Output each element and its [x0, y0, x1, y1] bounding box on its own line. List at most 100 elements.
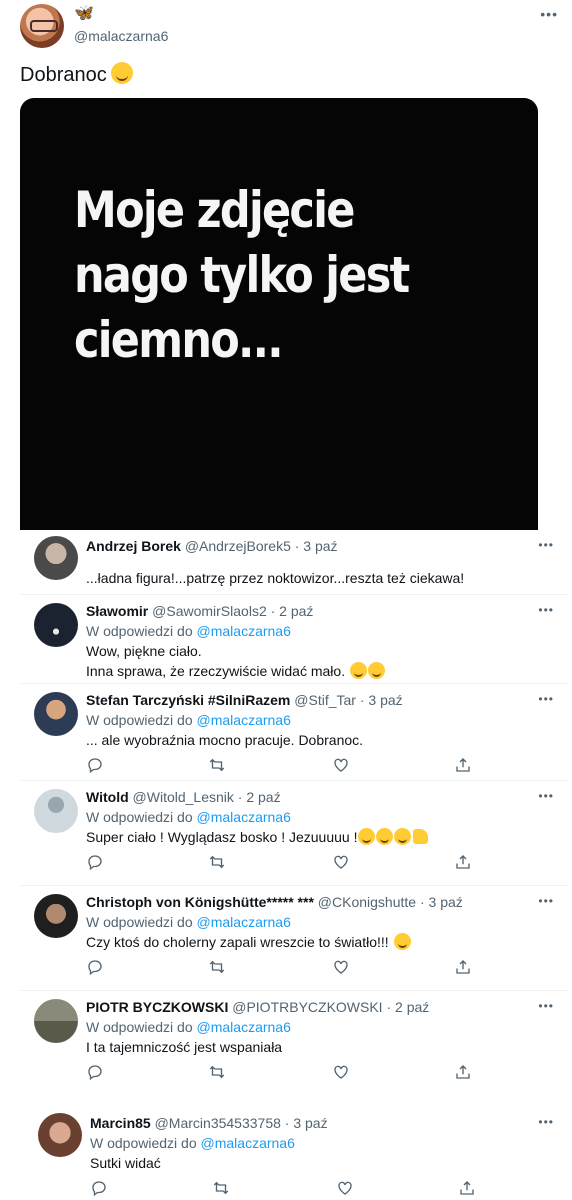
- reply-context: W odpowiedzi do @malaczarna6: [86, 710, 568, 730]
- reply-item[interactable]: Witold @Witold_Lesnik · 2 paź ••• W odpo…: [20, 781, 568, 885]
- mention-link[interactable]: @malaczarna6: [197, 914, 291, 930]
- reply-actions: [86, 1063, 486, 1089]
- reply-header: Marcin85 @Marcin354533758 · 3 paź: [90, 1113, 568, 1133]
- mention-link[interactable]: @malaczarna6: [197, 623, 291, 639]
- reply-text: Super ciało ! Wyglądasz bosko ! Jezuuuuu…: [86, 827, 568, 847]
- reply-item[interactable]: Stefan Tarczyński #SilniRazem @Stif_Tar …: [20, 684, 568, 780]
- retweet-icon[interactable]: [208, 958, 226, 976]
- reply-author-name[interactable]: Andrzej Borek: [86, 538, 181, 554]
- reply-author-handle[interactable]: @PIOTRBYCZKOWSKI: [232, 999, 382, 1015]
- reply-author-handle[interactable]: @AndrzejBorek5: [185, 538, 291, 554]
- avatar[interactable]: [34, 999, 78, 1043]
- avatar[interactable]: [38, 1113, 82, 1157]
- retweet-icon[interactable]: [208, 853, 226, 871]
- reply-to-label: W odpowiedzi do: [90, 1135, 197, 1151]
- reply-author-handle[interactable]: @SawomirSlaols2: [152, 603, 267, 619]
- reply-icon[interactable]: [86, 853, 104, 871]
- reply-text: Wow, piękne ciało. Inna sprawa, że rzecz…: [86, 641, 568, 681]
- share-icon[interactable]: [454, 756, 472, 774]
- reply-context: W odpowiedzi do @malaczarna6: [86, 912, 568, 932]
- reply-item[interactable]: Andrzej Borek @AndrzejBorek5 · 3 paź •••…: [20, 530, 568, 594]
- reply-context: W odpowiedzi do @malaczarna6: [90, 1133, 568, 1153]
- reply-icon[interactable]: [86, 756, 104, 774]
- reply-date[interactable]: · 3 paź: [420, 894, 463, 910]
- reply-to-label: W odpowiedzi do: [86, 1019, 193, 1035]
- more-options-icon[interactable]: •••: [538, 603, 554, 617]
- reply-icon[interactable]: [86, 1063, 104, 1081]
- reply-author-name[interactable]: Witold: [86, 789, 129, 805]
- share-icon[interactable]: [454, 853, 472, 871]
- reply-actions: [86, 756, 486, 782]
- mention-link[interactable]: @malaczarna6: [197, 809, 291, 825]
- like-icon[interactable]: [332, 958, 350, 976]
- mention-link[interactable]: @malaczarna6: [197, 712, 291, 728]
- reply-author-name[interactable]: Christoph von Königshütte***** ***: [86, 894, 314, 910]
- reply-item[interactable]: Christoph von Königshütte***** *** @CKon…: [20, 886, 568, 990]
- reply-date[interactable]: · 2 paź: [271, 603, 314, 619]
- reply-author-handle[interactable]: @Witold_Lesnik: [133, 789, 234, 805]
- reply-item[interactable]: PIOTR BYCZKOWSKI @PIOTRBYCZKOWSKI · 2 pa…: [20, 991, 568, 1091]
- share-icon[interactable]: [454, 958, 472, 976]
- reply-author-name[interactable]: Sławomir: [86, 603, 148, 619]
- reply-item[interactable]: Marcin85 @Marcin354533758 · 3 paź ••• W …: [20, 1107, 568, 1200]
- reply-header: Christoph von Königshütte***** *** @CKon…: [86, 892, 568, 912]
- reply-author-name[interactable]: Stefan Tarczyński #SilniRazem: [86, 692, 290, 708]
- reply-date[interactable]: · 2 paź: [386, 999, 429, 1015]
- reply-date[interactable]: · 3 paź: [295, 538, 338, 554]
- retweet-icon[interactable]: [208, 756, 226, 774]
- more-options-icon[interactable]: •••: [538, 789, 554, 803]
- reply-context: W odpowiedzi do @malaczarna6: [86, 621, 568, 641]
- more-options-icon[interactable]: •••: [538, 894, 554, 908]
- tweet-text: Dobranoc: [20, 62, 133, 87]
- more-options-icon[interactable]: •••: [538, 692, 554, 706]
- tweet-image[interactable]: Moje zdjęcie nago tylko jest ciemno...: [20, 98, 538, 530]
- reply-date[interactable]: · 3 paź: [360, 692, 403, 708]
- reply-context: W odpowiedzi do @malaczarna6: [86, 807, 568, 827]
- reply-text-content: Czy ktoś do cholerny zapali wreszcie to …: [86, 934, 389, 950]
- retweet-icon[interactable]: [212, 1179, 230, 1197]
- like-icon[interactable]: [332, 853, 350, 871]
- reply-author-handle[interactable]: @Stif_Tar: [294, 692, 356, 708]
- reply-author-name[interactable]: Marcin85: [90, 1115, 151, 1131]
- avatar[interactable]: [34, 536, 78, 580]
- reply-header: Stefan Tarczyński #SilniRazem @Stif_Tar …: [86, 690, 568, 710]
- avatar[interactable]: [34, 603, 78, 647]
- winking-face-icon: [110, 62, 133, 84]
- image-caption: Moje zdjęcie nago tylko jest ciemno...: [74, 181, 410, 369]
- more-options-icon[interactable]: •••: [538, 1115, 554, 1129]
- avatar[interactable]: [34, 692, 78, 736]
- share-icon[interactable]: [454, 1063, 472, 1081]
- more-options-icon[interactable]: •••: [540, 6, 558, 22]
- reply-icon[interactable]: [90, 1179, 108, 1197]
- reply-header: Witold @Witold_Lesnik · 2 paź: [86, 787, 568, 807]
- author-avatar[interactable]: [20, 4, 64, 48]
- mention-link[interactable]: @malaczarna6: [197, 1019, 291, 1035]
- reply-context: W odpowiedzi do @malaczarna6: [86, 1017, 568, 1037]
- author-handle[interactable]: @malaczarna6: [74, 28, 168, 44]
- reply-text-content: Wow, piękne ciało. Inna sprawa, że rzecz…: [86, 643, 346, 679]
- reply-author-handle[interactable]: @CKonigshutte: [318, 894, 416, 910]
- retweet-icon[interactable]: [208, 1063, 226, 1081]
- more-options-icon[interactable]: •••: [538, 999, 554, 1013]
- reply-item[interactable]: Sławomir @SawomirSlaols2 · 2 paź ••• W o…: [20, 595, 568, 683]
- reply-date[interactable]: · 2 paź: [238, 789, 281, 805]
- winking-face-icon: [393, 933, 411, 950]
- mention-link[interactable]: @malaczarna6: [201, 1135, 295, 1151]
- avatar[interactable]: [34, 789, 78, 833]
- reply-text: ...ładna figura!...patrzę przez noktowiz…: [86, 570, 465, 586]
- more-options-icon[interactable]: •••: [538, 538, 554, 552]
- reply-author-handle[interactable]: @Marcin354533758: [155, 1115, 281, 1131]
- reply-text-content: Super ciało ! Wyglądasz bosko ! Jezuuuuu…: [86, 829, 358, 845]
- share-icon[interactable]: [458, 1179, 476, 1197]
- reply-author-name[interactable]: PIOTR BYCZKOWSKI: [86, 999, 228, 1015]
- like-icon[interactable]: [332, 1063, 350, 1081]
- avatar[interactable]: [34, 894, 78, 938]
- reply-header: PIOTR BYCZKOWSKI @PIOTRBYCZKOWSKI · 2 pa…: [86, 997, 568, 1017]
- reply-date[interactable]: · 3 paź: [285, 1115, 328, 1131]
- like-icon[interactable]: [332, 756, 350, 774]
- like-icon[interactable]: [336, 1179, 354, 1197]
- winking-face-icon: [368, 662, 385, 679]
- reply-actions: [86, 853, 486, 879]
- slightly-smiling-face-icon: [350, 662, 367, 679]
- reply-icon[interactable]: [86, 958, 104, 976]
